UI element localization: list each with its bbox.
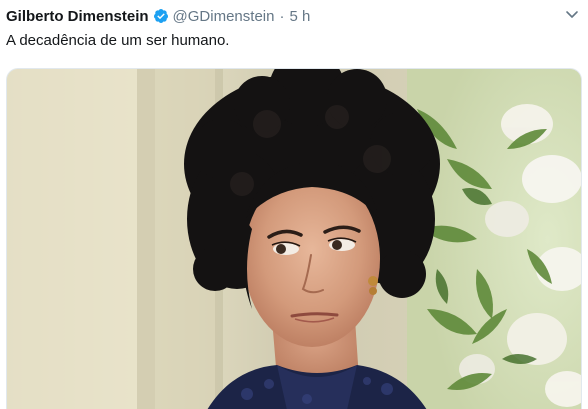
header-separator: · (279, 7, 285, 25)
tweet-photo[interactable] (6, 68, 582, 409)
tweet-header: Gilberto Dimenstein @GDimenstein · 5 h (6, 6, 310, 26)
photo-woman-dark-voluminous-hair-side-glance (7, 69, 581, 409)
verified-badge-icon (153, 8, 169, 24)
tweet-card[interactable]: Gilberto Dimenstein @GDimenstein · 5 h A… (0, 0, 588, 409)
author-display-name[interactable]: Gilberto Dimenstein (6, 8, 149, 25)
tweet-timestamp[interactable]: 5 h (289, 8, 310, 25)
author-handle[interactable]: @GDimenstein (173, 8, 275, 25)
chevron-down-icon[interactable] (564, 6, 580, 22)
tweet-body-text: A decadência de um ser humano. (6, 32, 230, 49)
